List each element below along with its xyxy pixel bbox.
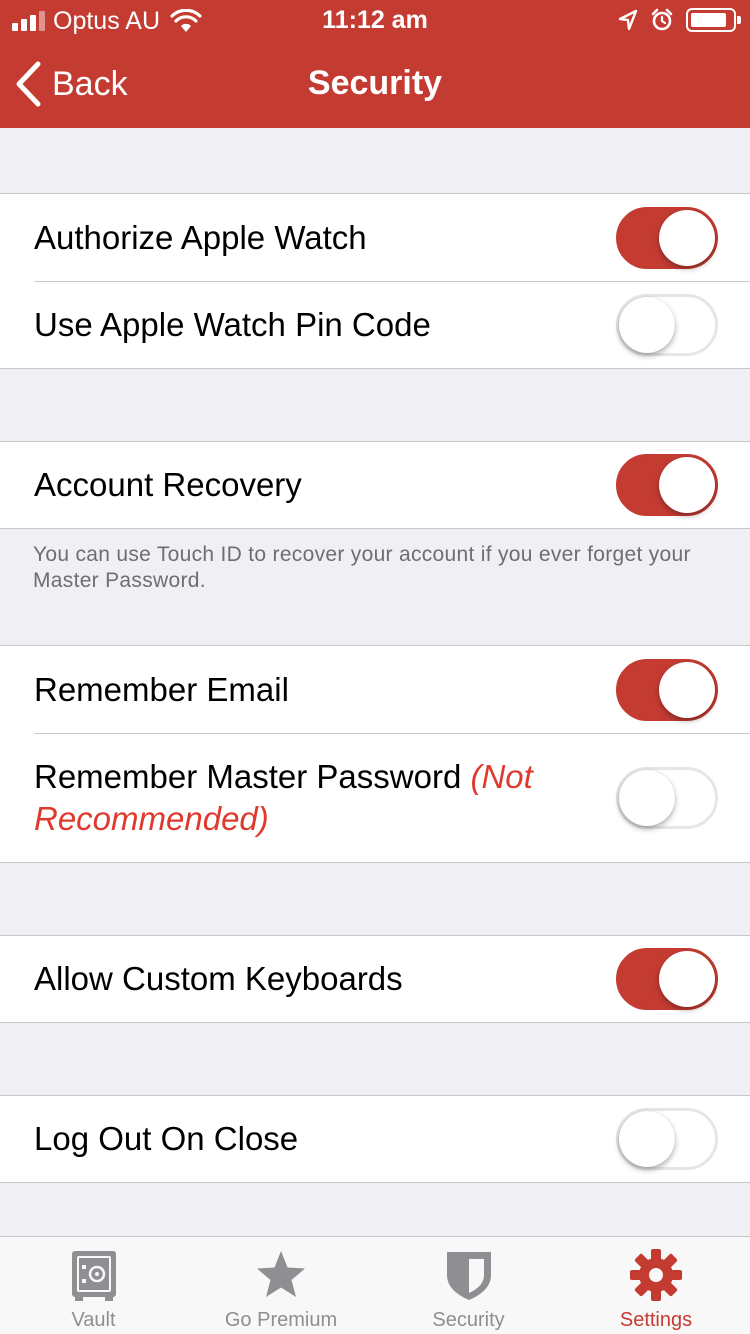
settings-row-authorize-apple-watch: Authorize Apple Watch bbox=[0, 194, 750, 281]
tab-vault[interactable]: Vault bbox=[0, 1237, 187, 1334]
status-right bbox=[618, 8, 741, 32]
toggle-knob bbox=[619, 769, 675, 826]
settings-row-apple-watch-pin-code: Use Apple Watch Pin Code bbox=[0, 281, 750, 368]
toggle-knob bbox=[659, 951, 715, 1007]
account-recovery-footer-note: You can use Touch ID to recover your acc… bbox=[33, 543, 691, 592]
tab-settings[interactable]: Settings bbox=[562, 1237, 750, 1334]
authorize-apple-watch-toggle[interactable] bbox=[616, 206, 718, 269]
custom-keyboards-group: Allow Custom Keyboards bbox=[0, 935, 750, 1023]
tab-bar: Vault Go Premium Security Settings bbox=[0, 1236, 750, 1334]
tab-go-premium[interactable]: Go Premium bbox=[187, 1237, 375, 1334]
star-icon bbox=[257, 1251, 305, 1297]
row-label: Log Out On Close bbox=[34, 1120, 299, 1157]
remember-master-password-label: Remember Master Password bbox=[34, 757, 462, 795]
account-recovery-toggle[interactable] bbox=[616, 454, 718, 516]
tab-label: Vault bbox=[71, 1309, 116, 1331]
tab-label: Go Premium bbox=[224, 1309, 338, 1331]
app-header: Optus AU 11:12 am Back Security bbox=[0, 0, 750, 128]
settings-row-log-out-on-close: Log Out On Close bbox=[0, 1096, 750, 1182]
gear-icon bbox=[630, 1249, 682, 1301]
tab-label: Security bbox=[432, 1309, 505, 1331]
apple-watch-group: Authorize Apple Watch Use Apple Watch Pi… bbox=[0, 193, 750, 369]
location-arrow-icon bbox=[618, 9, 638, 31]
row-label: Authorize Apple Watch bbox=[34, 218, 367, 256]
account-recovery-group: Account Recovery bbox=[0, 441, 750, 529]
allow-custom-keyboards-toggle[interactable] bbox=[616, 948, 718, 1010]
settings-row-account-recovery: Account Recovery bbox=[0, 442, 750, 528]
settings-row-remember-email: Remember Email bbox=[0, 646, 750, 733]
vault-icon bbox=[71, 1251, 116, 1301]
row-label: Allow Custom Keyboards bbox=[34, 960, 403, 997]
toggle-knob bbox=[659, 661, 715, 718]
page-title: Security bbox=[307, 64, 443, 102]
row-label: Remember Email bbox=[34, 670, 289, 708]
battery-icon bbox=[686, 8, 741, 32]
log-out-on-close-toggle[interactable] bbox=[616, 1108, 718, 1170]
settings-row-allow-custom-keyboards: Allow Custom Keyboards bbox=[0, 936, 750, 1022]
toggle-knob bbox=[659, 209, 715, 266]
remember-email-toggle[interactable] bbox=[616, 658, 718, 721]
apple-watch-pin-code-toggle[interactable] bbox=[616, 293, 718, 356]
row-label: Use Apple Watch Pin Code bbox=[34, 305, 431, 343]
navigation-bar: Back Security bbox=[0, 40, 750, 128]
remember-master-password-toggle[interactable] bbox=[616, 766, 718, 829]
toggle-knob bbox=[659, 457, 715, 513]
toggle-knob bbox=[619, 1111, 675, 1167]
status-bar: Optus AU 11:12 am bbox=[0, 0, 750, 40]
row-label: Remember Master Password (Not Recommende… bbox=[34, 756, 594, 840]
log-out-group: Log Out On Close bbox=[0, 1095, 750, 1183]
shield-icon bbox=[446, 1252, 491, 1300]
tab-security[interactable]: Security bbox=[375, 1237, 562, 1334]
remember-credentials-group: Remember Email Remember Master Password … bbox=[0, 645, 750, 863]
tab-label: Settings bbox=[619, 1309, 693, 1331]
settings-row-remember-master-password: Remember Master Password (Not Recommende… bbox=[0, 733, 750, 862]
alarm-icon bbox=[651, 8, 673, 31]
toggle-knob bbox=[619, 296, 675, 353]
row-label: Account Recovery bbox=[34, 466, 302, 503]
